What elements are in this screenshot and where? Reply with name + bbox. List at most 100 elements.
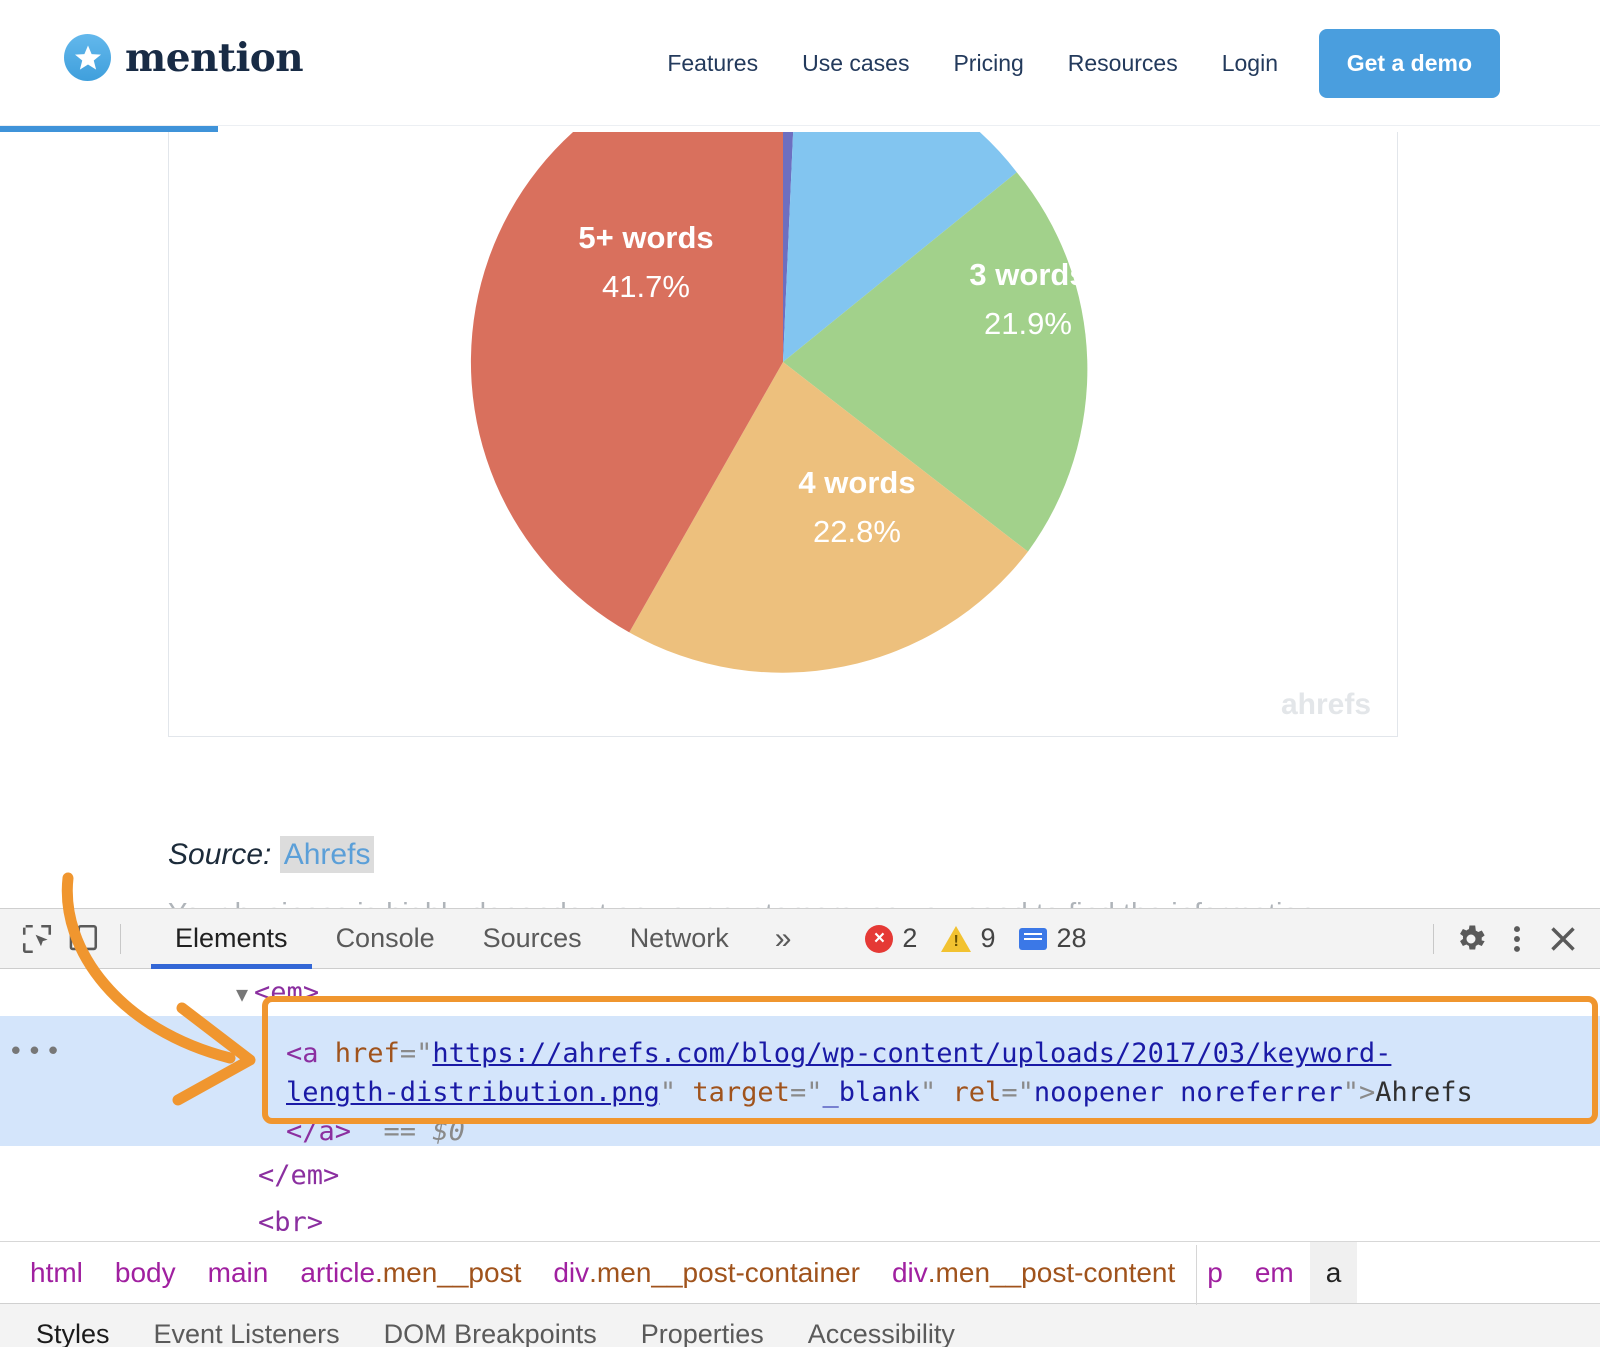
article-content: 5+ words 41.7% 3 words 21.9% 4 words 22.… [0,132,1600,910]
dom-row-em-close[interactable]: </em> [0,1146,1600,1199]
source-ahrefs-link[interactable]: Ahrefs [280,836,375,873]
nav-item-resources[interactable]: Resources [1046,50,1200,77]
info-message-icon [1019,928,1047,950]
breadcrumb-main-tag: main [208,1257,269,1289]
breadcrumb-div-content-tag: div [892,1257,928,1289]
tab-sources[interactable]: Sources [459,909,606,969]
brand-logo[interactable]: mention [64,34,303,81]
breadcrumb-html-tag: html [30,1257,83,1289]
nav-item-pricing[interactable]: Pricing [931,50,1045,77]
dom-tree: ▼<em> ••• <a href="https://ahrefs.com/bl… [0,969,1600,1241]
dom-attr-href-value-line1[interactable]: https://ahrefs.com/blog/wp-content/uploa… [432,1038,1391,1069]
breadcrumb-div-container-class: .men__post-container [589,1257,860,1289]
pie-label-4-words-name: 4 words [798,465,915,500]
devtools-toolbar: Elements Console Sources Network » × 2 9… [0,909,1600,969]
toolbar-divider [120,924,121,954]
breadcrumb-body-tag: body [115,1257,176,1289]
devtools-toolbar-right [1419,916,1586,962]
breadcrumb-article-tag: article [300,1257,375,1289]
nav-item-features[interactable]: Features [645,50,780,77]
site-header: mention Features Use cases Pricing Resou… [0,0,1600,126]
tab-elements[interactable]: Elements [151,909,312,969]
breadcrumb-p-tag: p [1207,1257,1223,1289]
pie-chart: 5+ words 41.7% 3 words 21.9% 4 words 22.… [433,132,1133,712]
pane-tab-properties[interactable]: Properties [619,1303,786,1347]
star-icon [64,34,111,81]
breadcrumb-html[interactable]: html [14,1242,99,1304]
figure-source-caption: Source: Ahrefs [168,838,374,872]
breadcrumb-em[interactable]: em [1239,1242,1310,1304]
breadcrumb-article-class: .men__post [375,1257,521,1289]
breadcrumb-a-tag: a [1326,1257,1342,1289]
warning-count[interactable]: 9 [929,923,1007,954]
info-count[interactable]: 28 [1007,923,1098,954]
device-toolbar-icon[interactable] [60,916,106,962]
dom-attr-rel-name: rel [953,1077,1002,1108]
breadcrumb-main[interactable]: main [192,1242,285,1304]
inspect-element-icon[interactable] [14,916,60,962]
breadcrumb-div-container-tag: div [553,1257,589,1289]
pane-tab-accessibility[interactable]: Accessibility [786,1303,977,1347]
breadcrumb-div-post-content[interactable]: div.men__post-content [876,1242,1191,1304]
devtools-tab-bar: Elements Console Sources Network » [151,909,813,969]
source-prefix: Source: [168,838,271,871]
dom-attr-target-name: target [692,1077,790,1108]
pie-slices [471,132,1087,673]
dom-text-ahrefs: Ahrefs [1375,1077,1473,1108]
breadcrumb-em-tag: em [1255,1257,1294,1289]
get-a-demo-button[interactable]: Get a demo [1319,29,1500,98]
ahrefs-watermark: ahrefs [1281,688,1371,722]
dom-attr-href-name: href [335,1038,400,1069]
close-icon[interactable] [1540,916,1586,962]
dom-row-ellipsis[interactable]: ••• [8,1034,64,1072]
dom-tag-a-gt: > [1359,1077,1375,1108]
breadcrumb-p[interactable]: p [1191,1242,1239,1304]
error-count-value: 2 [902,923,917,954]
devtools-panel: Elements Console Sources Network » × 2 9… [0,908,1600,1347]
pie-chart-svg: 5+ words 41.7% 3 words 21.9% 4 words 22.… [433,132,1133,712]
error-count[interactable]: × 2 [853,923,929,954]
pie-label-3-words-pct: 21.9% [984,306,1072,341]
gear-icon[interactable] [1448,916,1494,962]
pane-tab-event-listeners[interactable]: Event Listeners [132,1303,362,1347]
dom-breadcrumb: html body main article.men__post div.men… [0,1241,1600,1303]
tab-console[interactable]: Console [312,909,459,969]
dom-attr-rel-value: noopener noreferrer [1034,1077,1343,1108]
tab-network[interactable]: Network [606,909,753,969]
breadcrumb-article[interactable]: article.men__post [284,1242,537,1304]
devtools-issue-counters: × 2 9 28 [853,923,1098,954]
dom-tag-a-open: <a [286,1038,319,1069]
dom-attr-href-value-line2[interactable]: length-distribution.png [286,1077,660,1108]
main-nav: Features Use cases Pricing Resources Log… [645,0,1300,126]
pie-label-5-plus-words-pct: 41.7% [602,269,690,304]
pane-tab-dom-breakpoints[interactable]: DOM Breakpoints [362,1303,619,1347]
dom-tag-br: <br> [258,1207,323,1238]
breadcrumb-div-post-container[interactable]: div.men__post-container [537,1242,876,1304]
dom-devtools-ref: == $0 [384,1116,465,1147]
pie-label-3-words-name: 3 words [969,257,1086,292]
kebab-menu-icon[interactable] [1494,916,1540,962]
more-tabs-icon[interactable]: » [753,922,814,956]
breadcrumb-a[interactable]: a [1310,1242,1358,1304]
nav-item-use-cases[interactable]: Use cases [780,50,931,77]
dom-row-br[interactable]: <br> [0,1199,1600,1241]
dom-tag-em-close: </em> [258,1160,339,1191]
dom-tag-a-close: </a> [286,1116,351,1147]
dom-row-em-open[interactable]: ▼<em> [0,969,1600,1016]
pane-tab-styles[interactable]: Styles [14,1303,132,1347]
warning-count-value: 9 [980,923,995,954]
expand-caret-icon[interactable]: ▼ [236,982,248,1006]
pie-label-4-words-pct: 22.8% [813,514,901,549]
chart-figure: 5+ words 41.7% 3 words 21.9% 4 words 22.… [168,132,1398,737]
nav-item-login[interactable]: Login [1200,50,1300,77]
warning-icon [941,926,971,952]
pane-vertical-divider [1196,1245,1197,1305]
dom-attr-target-value: _blank [822,1077,920,1108]
info-count-value: 28 [1056,923,1086,954]
dom-tag-em-open: <em> [254,977,319,1008]
dom-row-selected-anchor[interactable]: ••• <a href="https://ahrefs.com/blog/wp-… [0,1016,1600,1146]
page-root: mention Features Use cases Pricing Resou… [0,0,1600,1347]
breadcrumb-body[interactable]: body [99,1242,192,1304]
error-icon: × [865,925,893,953]
sidebar-pane-tabs: Styles Event Listeners DOM Breakpoints P… [0,1303,1600,1347]
